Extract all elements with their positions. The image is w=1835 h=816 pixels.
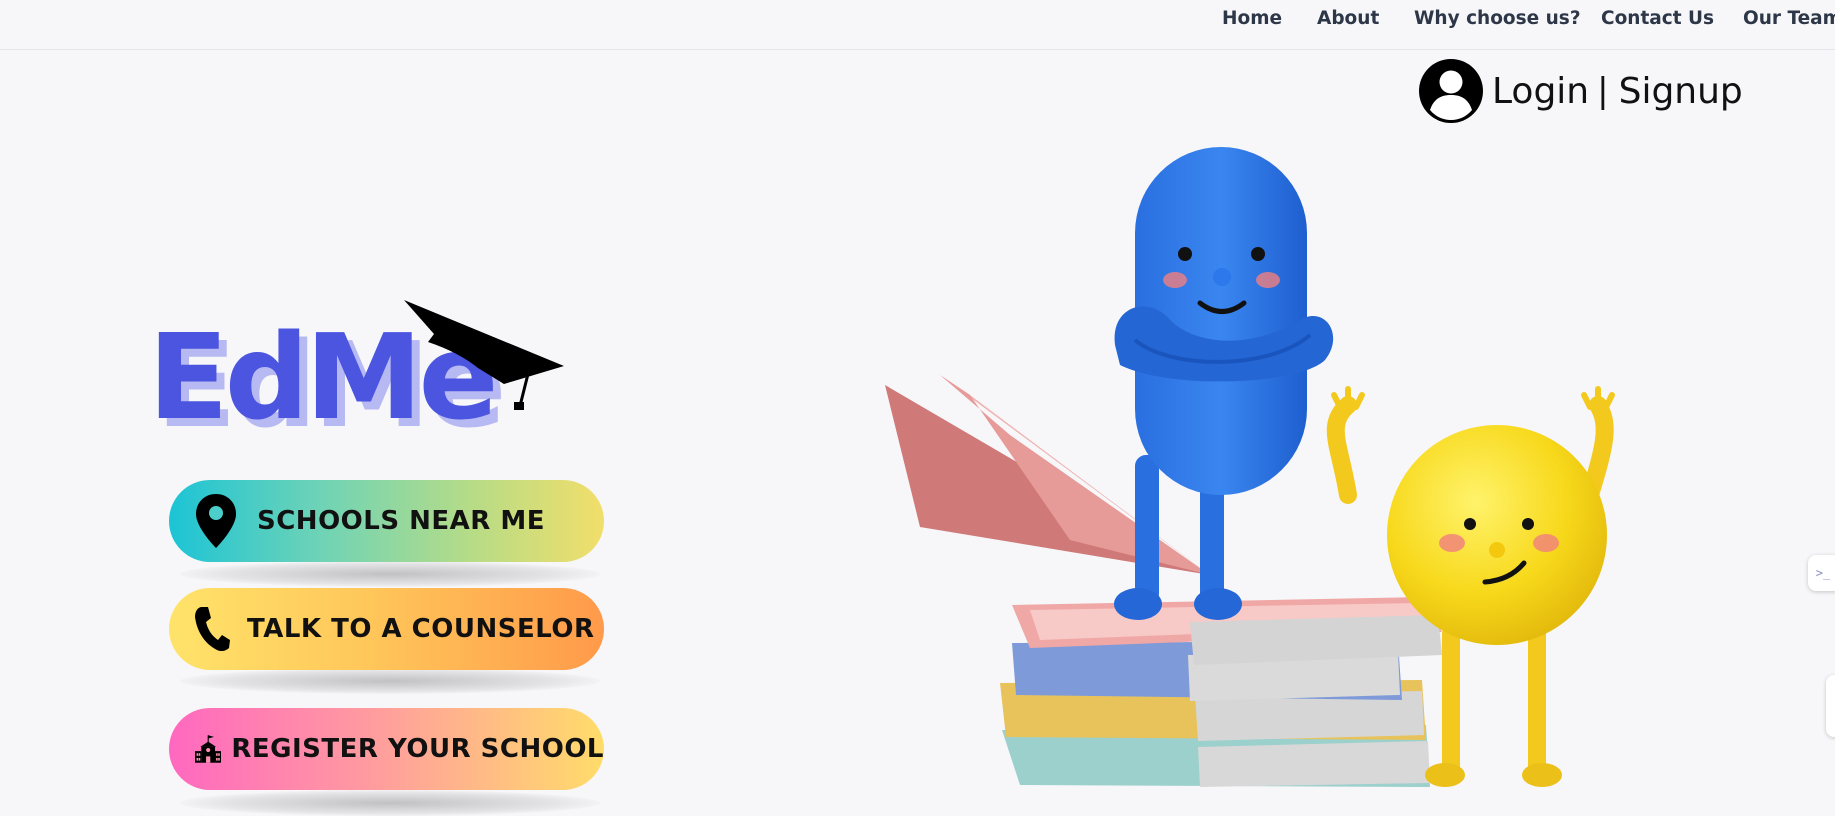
book-stack — [1000, 597, 1442, 787]
auth-separator: | — [1597, 71, 1609, 111]
side-feedback-tab[interactable] — [1826, 675, 1835, 737]
edme-logo: EdMe EdMe — [148, 300, 564, 438]
auth-area: Login | Signup — [1418, 58, 1743, 124]
school-building-icon — [195, 735, 222, 763]
top-navbar: Home About Why choose us? Contact Us Our… — [0, 0, 1835, 50]
location-pin-icon — [196, 494, 236, 548]
talk-to-counselor-button[interactable]: TALK TO A COUNSELOR — [169, 588, 604, 670]
register-your-school-button[interactable]: REGISTER YOUR SCHOOL — [169, 708, 604, 790]
register-your-school-label: REGISTER YOUR SCHOOL — [231, 734, 604, 764]
hero-illustration — [885, 147, 1615, 787]
nav-link-why-choose-us[interactable]: Why choose us? — [1414, 8, 1581, 29]
side-console-tab[interactable]: >_ — [1808, 555, 1835, 591]
schools-near-me-label: SCHOOLS NEAR ME — [257, 506, 545, 536]
pill-shadow — [180, 561, 600, 587]
nav-link-about[interactable]: About — [1317, 8, 1379, 29]
nav-link-our-team[interactable]: Our Team — [1743, 8, 1835, 29]
phone-icon — [195, 607, 230, 652]
schools-near-me-button[interactable]: SCHOOLS NEAR ME — [169, 480, 604, 562]
signup-link[interactable]: Signup — [1619, 71, 1743, 112]
pill-shadow — [180, 790, 600, 816]
blue-character — [1114, 147, 1334, 620]
side-console-tab-label: >_ — [1815, 566, 1831, 580]
login-link[interactable]: Login — [1492, 71, 1589, 112]
pill-shadow — [180, 668, 600, 694]
nav-link-home[interactable]: Home — [1222, 8, 1282, 29]
talk-to-counselor-label: TALK TO A COUNSELOR — [247, 614, 595, 644]
nav-link-contact-us[interactable]: Contact Us — [1601, 8, 1714, 29]
user-avatar-icon[interactable] — [1418, 58, 1484, 124]
